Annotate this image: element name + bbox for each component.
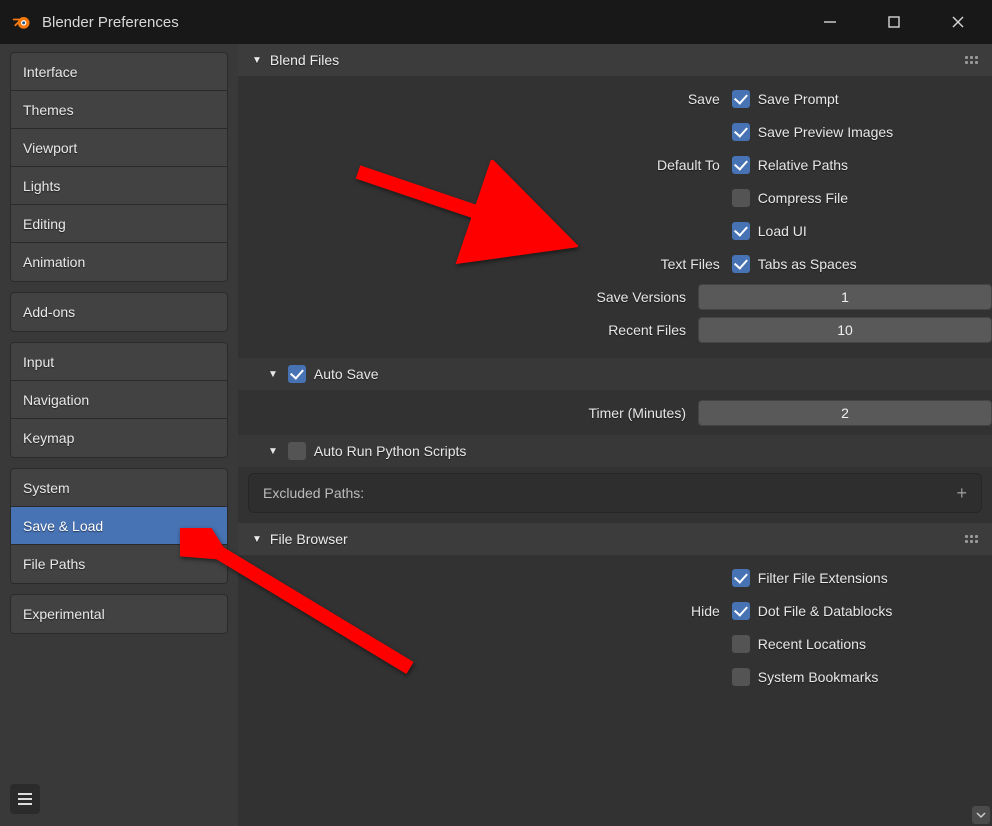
filter-ext-label: Filter File Extensions [758, 570, 888, 586]
save-prompt-checkbox[interactable] [732, 90, 750, 108]
chevron-down-icon: ▼ [252, 534, 262, 545]
grip-icon[interactable] [965, 56, 978, 64]
recent-locations-checkbox[interactable] [732, 635, 750, 653]
section-title: File Browser [270, 531, 348, 547]
sidebar: InterfaceThemesViewportLightsEditingAnim… [0, 44, 238, 826]
auto-save-label: Auto Save [314, 366, 379, 382]
relative-paths-checkbox[interactable] [732, 156, 750, 174]
compress-file-label: Compress File [758, 190, 848, 206]
auto-run-checkbox[interactable] [288, 442, 306, 460]
compress-file-checkbox[interactable] [732, 189, 750, 207]
save-prompt-label: Save Prompt [758, 91, 839, 107]
section-file-browser-header[interactable]: ▼ File Browser [238, 523, 992, 555]
tab-viewport[interactable]: Viewport [11, 129, 227, 167]
tab-file-paths[interactable]: File Paths [11, 545, 227, 583]
excluded-paths-panel: Excluded Paths: + [248, 473, 982, 513]
system-bookmarks-label: System Bookmarks [758, 669, 879, 685]
chevron-down-icon: ▼ [252, 55, 262, 66]
hide-label: Hide [238, 603, 732, 619]
tab-addons[interactable]: Add-ons [11, 293, 227, 331]
save-label: Save [238, 91, 732, 107]
tabs-as-spaces-label: Tabs as Spaces [758, 256, 857, 272]
auto-save-header[interactable]: ▼ Auto Save [238, 358, 992, 390]
add-excluded-path-button[interactable]: + [956, 483, 967, 504]
load-ui-label: Load UI [758, 223, 807, 239]
filter-ext-checkbox[interactable] [732, 569, 750, 587]
tab-themes[interactable]: Themes [11, 91, 227, 129]
section-blend-files-header[interactable]: ▼ Blend Files [238, 44, 992, 76]
close-button[interactable] [936, 1, 980, 43]
save-versions-field[interactable]: 1 [698, 284, 992, 310]
tab-editing[interactable]: Editing [11, 205, 227, 243]
tab-experimental[interactable]: Experimental [11, 595, 227, 633]
timer-field[interactable]: 2 [698, 400, 992, 426]
maximize-button[interactable] [872, 1, 916, 43]
tab-navigation[interactable]: Navigation [11, 381, 227, 419]
titlebar: Blender Preferences [0, 0, 992, 44]
default-to-label: Default To [238, 157, 732, 173]
scroll-down-button[interactable] [972, 806, 990, 824]
window-title: Blender Preferences [42, 14, 179, 31]
tab-save-load[interactable]: Save & Load [11, 507, 227, 545]
relative-paths-label: Relative Paths [758, 157, 848, 173]
save-preview-checkbox[interactable] [732, 123, 750, 141]
dot-files-checkbox[interactable] [732, 602, 750, 620]
minimize-button[interactable] [808, 1, 852, 43]
dot-files-label: Dot File & Datablocks [758, 603, 893, 619]
grip-icon[interactable] [965, 535, 978, 543]
section-title: Blend Files [270, 52, 339, 68]
tab-lights[interactable]: Lights [11, 167, 227, 205]
timer-label: Timer (Minutes) [238, 405, 698, 421]
save-versions-label: Save Versions [238, 289, 698, 305]
chevron-down-icon: ▼ [268, 369, 278, 380]
auto-run-header[interactable]: ▼ Auto Run Python Scripts [238, 435, 992, 467]
system-bookmarks-checkbox[interactable] [732, 668, 750, 686]
chevron-down-icon: ▼ [268, 446, 278, 457]
blender-logo-icon [12, 12, 32, 32]
text-files-label: Text Files [238, 256, 732, 272]
excluded-paths-label: Excluded Paths: [263, 485, 364, 501]
tab-keymap[interactable]: Keymap [11, 419, 227, 457]
recent-files-label: Recent Files [238, 322, 698, 338]
save-preview-label: Save Preview Images [758, 124, 893, 140]
load-ui-checkbox[interactable] [732, 222, 750, 240]
recent-locations-label: Recent Locations [758, 636, 866, 652]
tab-interface[interactable]: Interface [11, 53, 227, 91]
tab-animation[interactable]: Animation [11, 243, 227, 281]
tabs-as-spaces-checkbox[interactable] [732, 255, 750, 273]
recent-files-field[interactable]: 10 [698, 317, 992, 343]
auto-save-checkbox[interactable] [288, 365, 306, 383]
tab-input[interactable]: Input [11, 343, 227, 381]
auto-run-label: Auto Run Python Scripts [314, 443, 467, 459]
tab-system[interactable]: System [11, 469, 227, 507]
content-panel: ▼ Blend Files Save Save Prompt Save Prev… [238, 44, 992, 826]
hamburger-menu-button[interactable] [10, 784, 40, 814]
